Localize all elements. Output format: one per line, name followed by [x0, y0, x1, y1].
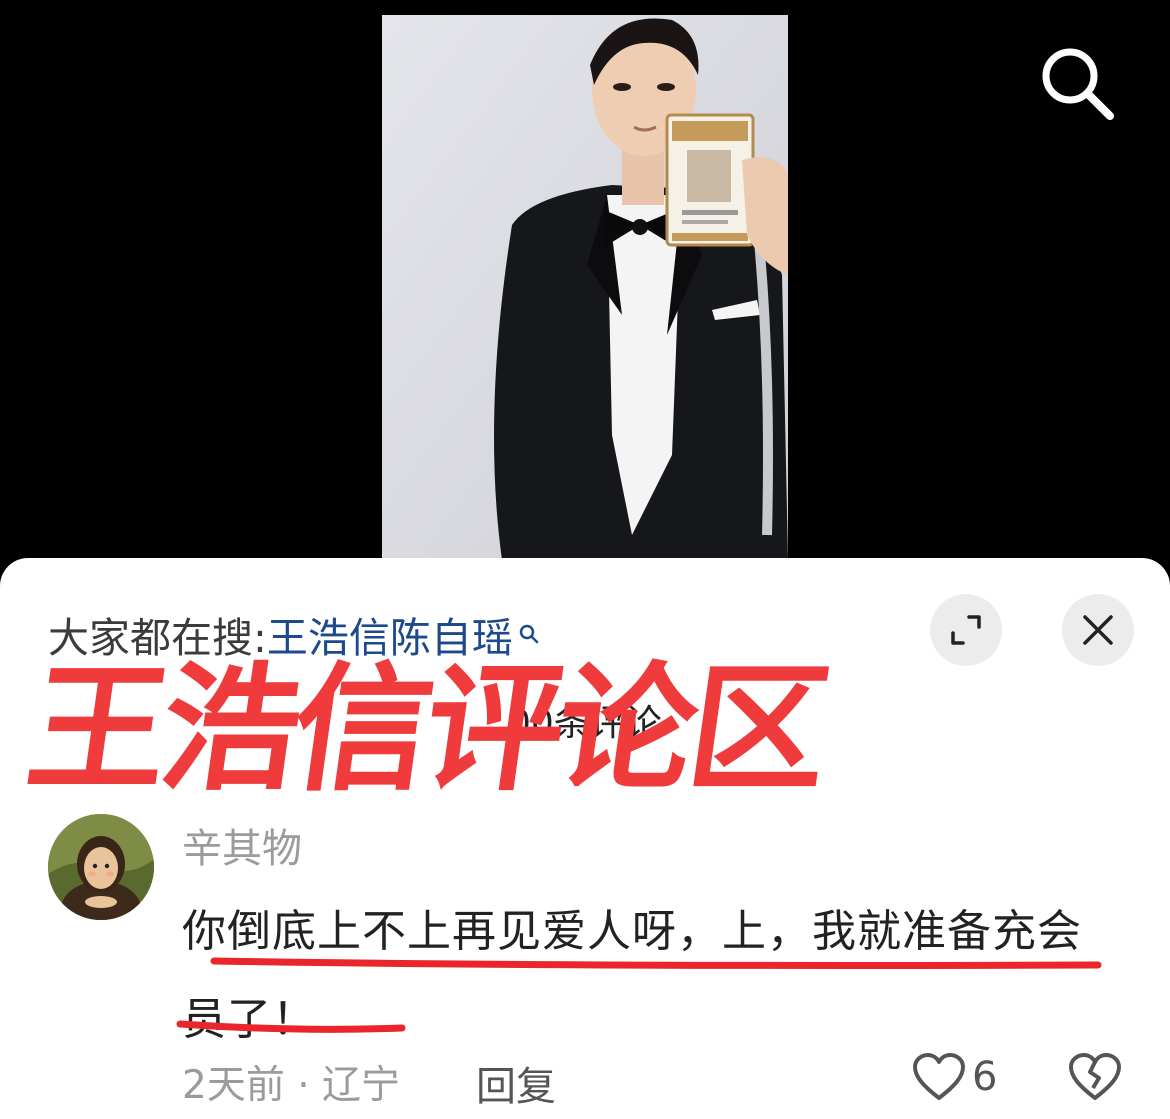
- expand-button[interactable]: [930, 594, 1002, 666]
- reply-button[interactable]: 回复: [476, 1054, 556, 1112]
- like-count: 6: [972, 1054, 998, 1100]
- close-icon: [1083, 615, 1113, 645]
- comment-text: 你倒底上不上再见爱人呀，上，我就准备充会员了！: [182, 906, 1082, 1045]
- comments-sheet: 大家都在搜:王浩信陈自瑶 00条评论 王浩信评论区 辛其物 你倒底上不上再见爱人…: [0, 558, 1170, 1119]
- like-button[interactable]: 6: [912, 1052, 997, 1102]
- search-icon: [1042, 48, 1114, 120]
- dislike-button[interactable]: [1068, 1052, 1122, 1106]
- video-player[interactable]: [0, 0, 1170, 560]
- heart-icon: [913, 1053, 965, 1100]
- avatar-image: [48, 814, 154, 920]
- search-button[interactable]: [1034, 38, 1120, 124]
- video-frame[interactable]: [382, 15, 788, 560]
- comment-meta: 2天前 · 辽宁: [182, 1054, 400, 1110]
- close-button[interactable]: [1062, 594, 1134, 666]
- video-still-image: [382, 15, 788, 560]
- expand-icon: [951, 615, 981, 645]
- comment-time: 2天前: [182, 1063, 285, 1108]
- overlay-title: 王浩信评论区: [18, 649, 834, 810]
- broken-heart-icon: [1069, 1053, 1121, 1100]
- meta-separator: ·: [297, 1063, 310, 1108]
- comment-location: 辽宁: [322, 1063, 401, 1108]
- comment-username[interactable]: 辛其物: [182, 816, 302, 874]
- avatar[interactable]: [48, 814, 154, 920]
